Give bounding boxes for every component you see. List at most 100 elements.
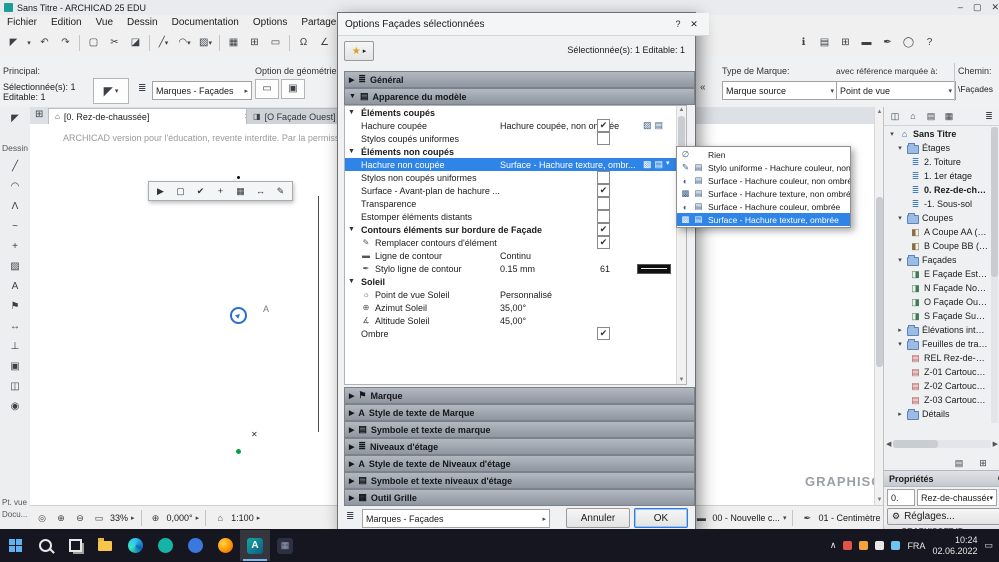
grid-toggle-button[interactable]: ▦ (223, 33, 244, 53)
favorites-button[interactable]: ★ ▸ (344, 41, 374, 61)
menu-options[interactable]: Options (246, 17, 294, 28)
story-name-field[interactable]: Rez-de-chaussée ▾ (917, 489, 997, 506)
expander-icon[interactable]: ▾ (896, 144, 904, 152)
eraser-button[interactable]: ◪ (125, 33, 146, 53)
scroll-down-icon[interactable]: ▼ (876, 497, 883, 503)
row-point-de-vue-soleil[interactable]: ☼ Point de vue Soleil Personnalisé (345, 288, 686, 301)
edge-button[interactable] (120, 530, 150, 561)
option-rien[interactable]: ∅ Rien (677, 148, 850, 161)
layout-book-button[interactable]: ▦ (940, 108, 958, 124)
hscroll-thumb[interactable] (893, 440, 939, 448)
checkbox-checked[interactable]: ✔ (597, 119, 610, 132)
menu-vue[interactable]: Vue (89, 17, 120, 28)
zoom-in-button[interactable]: ⊕ (53, 510, 69, 526)
tray-expand-icon[interactable]: ∧ (830, 540, 837, 551)
marker-type-combo[interactable]: Marque source ▾ (722, 81, 838, 100)
snap-grid-button[interactable]: ⊞ (244, 33, 265, 53)
hatch-tool[interactable]: ▨ (6, 259, 24, 275)
row-hachure-non-coupee-selected[interactable]: Hachure non coupée Surface - Hachure tex… (345, 158, 686, 171)
reference-combo[interactable]: Point de vue ▾ (836, 81, 956, 100)
tab-rez-de-chaussee[interactable]: ⌂ [0. Rez-de-chaussée] ✕ (48, 108, 258, 125)
spline-tool[interactable]: ~ (6, 219, 24, 235)
tree-item-facade-ouest[interactable]: ◨ O Façade Ouest (Modèle) (884, 295, 989, 309)
tree-item-cartouche-02[interactable]: ▤ Z-02 Cartouche 02 (Modèle) (884, 379, 989, 393)
notification-center-icon[interactable]: ▭ (984, 540, 993, 551)
section-marque[interactable]: ▶ ⚑ Marque (344, 387, 695, 404)
section-general[interactable]: ▶ ≣ Général (344, 71, 695, 88)
new-item-button[interactable]: ⊞ (974, 455, 992, 471)
checkbox-checked[interactable]: ✔ (597, 223, 610, 236)
row-transparence[interactable]: Transparence (345, 197, 686, 210)
tree-item-rel-rez-de-chaussee[interactable]: ▤ REL Rez-de-chaussée (884, 351, 989, 365)
tree-item-1er-etage[interactable]: ≣ 1. 1er étage (884, 169, 989, 183)
palette-button-3[interactable]: ✔ (191, 184, 210, 199)
tray-icon-2[interactable] (859, 541, 869, 550)
task-view-button[interactable] (60, 530, 90, 561)
pan-button[interactable]: ◎ (34, 510, 50, 526)
dimension-style-combo[interactable]: 01 - Centimètre (818, 513, 880, 523)
fill-combo[interactable]: ▨ ▾ (195, 33, 216, 53)
trim-button[interactable]: ✂ (104, 33, 125, 53)
archicad-taskbar-button[interactable]: A (240, 530, 270, 561)
search-button[interactable] (30, 530, 60, 561)
option-surface-couleur-ombree[interactable]: ◐ ▤ Surface - Hachure couleur, ombrée (677, 200, 850, 213)
fill-icon[interactable]: ▩ (643, 159, 652, 170)
story-number-field[interactable]: 0. (887, 489, 915, 506)
menu-documentation[interactable]: Documentation (165, 17, 246, 28)
polyline-tool[interactable]: Λ (6, 199, 24, 215)
tree-item-feuilles-de-travail[interactable]: ▾ Feuilles de travail (884, 337, 989, 351)
row-stylos-coupes[interactable]: Stylos coupés uniformes (345, 132, 686, 145)
scroll-right-icon[interactable]: ▶ (993, 440, 998, 448)
expander-icon[interactable]: ▾ (896, 214, 904, 222)
zone-tool[interactable]: ▣ (6, 359, 24, 375)
expander-icon[interactable]: ▸ (896, 410, 904, 418)
row-stylo-ligne-contour[interactable]: ✒ Stylo ligne de contour 0.15 mm 61 (345, 262, 686, 275)
camera-tool[interactable]: ◉ (6, 399, 24, 415)
project-chooser-button[interactable]: ◫ (886, 108, 904, 124)
quick-layer-combo[interactable]: 00 - Nouvelle c... (712, 513, 780, 523)
info-button[interactable]: ℹ (793, 33, 814, 53)
fill-icon[interactable]: ▨ (643, 120, 652, 131)
tab-list-icon[interactable]: ⊞ (35, 110, 43, 120)
file-explorer-button[interactable] (90, 530, 120, 561)
section-style-texte-marque[interactable]: ▶ A Style de texte de Marque (344, 404, 695, 421)
zoom-out-button[interactable]: ⊖ (72, 510, 88, 526)
select-tool-button[interactable]: ◤ (3, 33, 24, 53)
arc-tool-combo[interactable]: ◠ ▾ (174, 33, 195, 53)
checkbox-unchecked[interactable] (597, 210, 610, 223)
tree-item-elevations-interieures[interactable]: ▸ Élévations intérieures (884, 323, 989, 337)
palette-button-7[interactable]: ✎ (271, 184, 290, 199)
tray-icon-4[interactable] (891, 541, 901, 550)
tree-item-details[interactable]: ▸ Détails (884, 407, 989, 421)
row-ligne-contour[interactable]: ▬ Ligne de contour Continu (345, 249, 686, 262)
app-teal-button[interactable] (150, 530, 180, 561)
scroll-left-icon[interactable]: ◀ (886, 440, 891, 448)
option-surface-texture-ombree-selected[interactable]: ▩ ▤ Surface - Hachure texture, ombrée (677, 213, 850, 226)
tree-item-etages[interactable]: ▾ Étages (884, 141, 989, 155)
zoom-level[interactable]: 33% (110, 513, 128, 523)
cancel-button[interactable]: Annuler (566, 508, 630, 528)
view-settings-button[interactable]: ▤ (950, 455, 968, 471)
tray-icon-1[interactable] (843, 541, 853, 550)
app-blue-button[interactable] (180, 530, 210, 561)
tree-item-coupe-bb[interactable]: ◧ B Coupe BB (Modèle) (884, 239, 989, 253)
measure-button[interactable]: ▬ (856, 33, 877, 53)
palette-button-4[interactable]: + (211, 184, 230, 199)
chevron-right-icon[interactable]: ▸ (196, 515, 200, 522)
tree-item-rez-de-chaussee[interactable]: ≣ 0. Rez-de-chaussée (884, 183, 989, 197)
layer-combo[interactable]: Marques - Façades ▸ (152, 81, 252, 100)
guide-lines-button[interactable]: ∠ (314, 33, 335, 53)
undo-button[interactable]: ↶ (34, 33, 55, 53)
expander-icon[interactable]: ▾ (888, 130, 896, 138)
row-hachure-coupee[interactable]: Hachure coupée Hachure coupée, non ombré… (345, 119, 686, 132)
language-indicator[interactable]: FRA (907, 541, 925, 551)
tree-item-toiture[interactable]: ≣ 2. Toiture (884, 155, 989, 169)
library-button[interactable]: ▤ (814, 33, 835, 53)
checkbox-checked[interactable]: ✔ (597, 236, 610, 249)
checkbox-unchecked[interactable] (597, 197, 610, 210)
ok-button[interactable]: OK (634, 508, 688, 528)
sun-position-indicator[interactable]: ▶ (230, 307, 247, 324)
tree-item-coupes[interactable]: ▾ Coupes (884, 211, 989, 225)
row-azimut-soleil[interactable]: ⊕ Azimut Soleil 35,00° (345, 301, 686, 314)
chevron-right-icon[interactable]: ▸ (131, 515, 135, 522)
